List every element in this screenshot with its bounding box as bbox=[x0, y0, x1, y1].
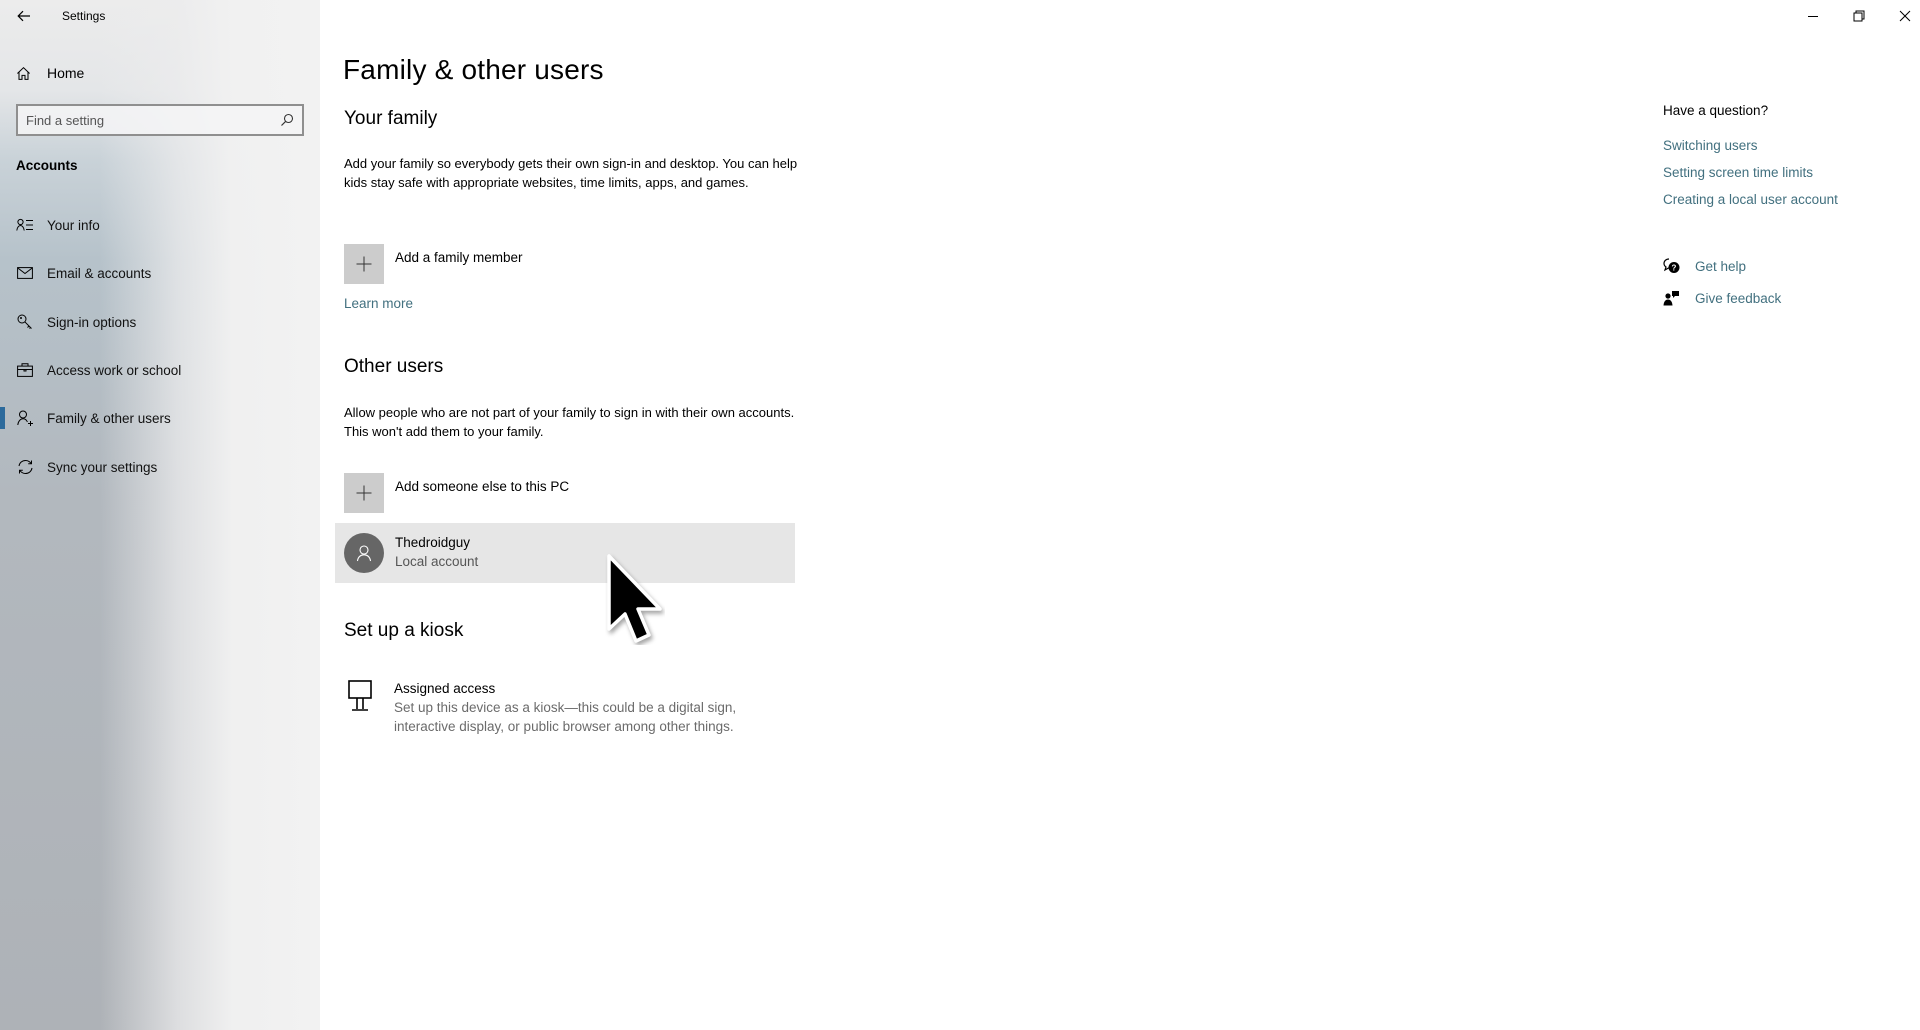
page-title: Family & other users bbox=[343, 54, 604, 85]
sync-icon bbox=[18, 459, 32, 475]
give-feedback-label: Give feedback bbox=[1695, 290, 1782, 306]
get-help-link[interactable]: ? Get help bbox=[1663, 258, 1746, 274]
sidebar-item-sync-settings[interactable]: Sync your settings bbox=[0, 447, 320, 487]
assigned-access-button[interactable]: Assigned access Set up this device as a … bbox=[344, 680, 774, 736]
sidebar-item-family-other-users[interactable]: Family & other users bbox=[0, 398, 320, 438]
help-link-local-user-account[interactable]: Creating a local user account bbox=[1663, 192, 1838, 207]
add-family-member-button[interactable]: Add a family member bbox=[344, 244, 523, 284]
sidebar-home[interactable]: Home bbox=[16, 62, 84, 84]
help-link-switching-users[interactable]: Switching users bbox=[1663, 138, 1758, 153]
get-help-label: Get help bbox=[1695, 258, 1747, 274]
help-link-screen-time-limits[interactable]: Setting screen time limits bbox=[1663, 165, 1813, 180]
your-family-heading: Your family bbox=[344, 108, 438, 129]
person-icon bbox=[356, 545, 372, 562]
sidebar-item-label: Email & accounts bbox=[47, 265, 152, 281]
home-label: Home bbox=[47, 65, 85, 81]
sidebar-item-label: Family & other users bbox=[47, 410, 171, 426]
svg-text:?: ? bbox=[1672, 264, 1677, 273]
add-someone-else-label: Add someone else to this PC bbox=[395, 479, 570, 494]
app-title: Settings bbox=[62, 9, 106, 23]
sidebar-item-label: Sync your settings bbox=[47, 459, 158, 475]
add-family-member-label: Add a family member bbox=[395, 250, 523, 265]
get-help-icon: ? bbox=[1663, 258, 1680, 273]
sidebar-item-your-info[interactable]: Your info bbox=[0, 205, 320, 245]
plus-icon bbox=[356, 256, 372, 272]
other-users-heading: Other users bbox=[344, 356, 444, 377]
user-name: Thedroidguy bbox=[395, 535, 471, 550]
sidebar-item-label: Sign-in options bbox=[47, 314, 137, 330]
give-feedback-link[interactable]: Give feedback bbox=[1663, 290, 1781, 306]
other-users-description: Allow people who are not part of your fa… bbox=[344, 405, 795, 439]
mail-icon bbox=[17, 267, 33, 279]
key-icon bbox=[17, 314, 32, 329]
add-person-icon bbox=[16, 410, 33, 426]
kiosk-icon bbox=[348, 680, 372, 711]
contact-info-icon bbox=[16, 218, 33, 231]
your-family-description: Add your family so everybody gets their … bbox=[344, 156, 798, 190]
assigned-access-title: Assigned access bbox=[394, 681, 496, 696]
search-icon[interactable] bbox=[280, 113, 294, 127]
briefcase-icon bbox=[17, 363, 33, 377]
feedback-icon bbox=[1663, 291, 1679, 306]
section-label-accounts: Accounts bbox=[16, 158, 78, 173]
user-account-type: Local account bbox=[395, 554, 479, 569]
back-arrow-icon bbox=[17, 10, 30, 22]
main-content: Family & other users Your family Add you… bbox=[320, 0, 1920, 1030]
sidebar-item-label: Your info bbox=[47, 217, 100, 233]
sidebar-item-email-accounts[interactable]: Email & accounts bbox=[0, 253, 320, 293]
help-title: Have a question? bbox=[1663, 103, 1769, 118]
kiosk-heading: Set up a kiosk bbox=[344, 620, 464, 641]
assigned-access-description: Set up this device as a kiosk—this could… bbox=[394, 700, 737, 734]
plus-icon bbox=[356, 485, 372, 501]
search-box[interactable] bbox=[16, 104, 304, 136]
back-button[interactable] bbox=[10, 3, 38, 29]
add-someone-else-button[interactable]: Add someone else to this PC bbox=[344, 473, 569, 513]
sidebar-item-access-work-school[interactable]: Access work or school bbox=[0, 350, 320, 390]
user-list-item[interactable]: Thedroidguy Local account bbox=[335, 523, 795, 583]
home-icon bbox=[17, 66, 30, 80]
sidebar: Settings Home Accounts Your info bbox=[0, 0, 320, 1030]
learn-more-link[interactable]: Learn more bbox=[344, 296, 413, 311]
sidebar-item-label: Access work or school bbox=[47, 362, 182, 378]
avatar bbox=[344, 533, 384, 573]
search-input[interactable] bbox=[26, 112, 280, 128]
sidebar-item-sign-in-options[interactable]: Sign-in options bbox=[0, 302, 320, 342]
